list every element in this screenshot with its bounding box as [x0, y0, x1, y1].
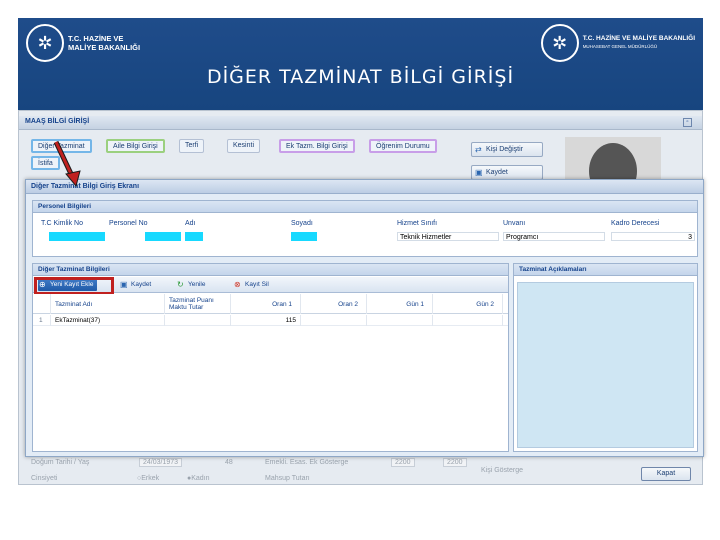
unvani-value: Programcı [503, 232, 605, 241]
maas-window-titlebar: MAAŞ BİLGİ GİRİŞİ ▫ [19, 116, 702, 130]
save-icon: ▣ [475, 168, 483, 177]
col-unvani: Unvanı [503, 220, 526, 227]
maas-window-title: MAAŞ BİLGİ GİRİŞİ [25, 118, 90, 125]
background-save-label: Kaydet [486, 169, 508, 176]
tazminat-toolbar: ⊕ Yeni Kayıt Ekle ▣ Kaydet ↻ Yenile ⊗ Ka… [33, 277, 508, 295]
delete-icon: ⊗ [234, 280, 241, 289]
kisi-gosterge-label: Kişi Gösterge [481, 467, 524, 474]
logo-left-line2: MALİYE BAKANLIĞI [68, 43, 141, 52]
tab-diger-tazminat[interactable]: Diğer Tazminat [31, 139, 92, 153]
row-gun1[interactable] [367, 315, 433, 326]
save-label: Kaydet [131, 281, 152, 288]
col-hizmet-sinifi: Hizmet Sınıfı [397, 220, 438, 227]
soyadi-value-redacted [291, 232, 317, 241]
slide-title: DİĞER TAZMİNAT BİLGİ GİRİŞİ [206, 66, 515, 88]
radio-kadin-label: Kadın [191, 475, 210, 482]
personnel-photo [565, 137, 661, 185]
delete-label: Kayıt Sil [245, 281, 269, 288]
row-oran2[interactable] [301, 315, 367, 326]
logo-right-line2: MUHASEBAT GENEL MÜDÜRLÜĞÜ [582, 44, 658, 49]
tab-istifa[interactable]: İstifa [31, 156, 60, 170]
personnel-panel-header: Personel Bilgileri [33, 201, 697, 213]
emekli-gosterge-field-1[interactable]: 2200 [391, 458, 415, 467]
ministry-logo-left: ✲ T.C. HAZİNE VE MALİYE BAKANLIĞI [26, 24, 140, 62]
col-tc-kimlik: T.C Kimlik No [41, 220, 84, 227]
grid-col-oran2: Oran 2 [301, 294, 367, 314]
dogum-tarihi-field[interactable]: 24/03/1973 [139, 458, 183, 467]
close-button[interactable]: Kapat [641, 467, 691, 481]
dogum-tarihi-label: Doğum Tarihi / Yaş [31, 459, 90, 466]
tab-ogrenim-durumu[interactable]: Öğrenim Durumu [369, 139, 437, 153]
emekli-gosterge-field-2[interactable]: 2200 [443, 458, 467, 467]
row-gun2[interactable] [433, 315, 503, 326]
ministry-emblem-icon: ✲ [540, 24, 579, 62]
personel-no-value-redacted [145, 232, 181, 241]
adi-value-redacted [185, 232, 203, 241]
diger-tazminat-modal: Diğer Tazminat Bilgi Giriş Ekranı Person… [25, 179, 704, 457]
highlight-annotation-box [34, 277, 114, 295]
kisi-degistir-button[interactable]: ⇄ Kişi Değiştir [471, 142, 543, 157]
logo-left-line1: T.C. HAZİNE VE [68, 34, 124, 43]
background-save-button[interactable]: ▣ Kaydet [471, 165, 543, 180]
radio-kadin[interactable]: ● Kadın [187, 475, 210, 482]
refresh-label: Yenile [188, 281, 206, 288]
row-puan-tutar[interactable] [165, 315, 231, 326]
background-bottom-fields: Doğum Tarihi / Yaş 24/03/1973 48 Cinsiye… [19, 457, 702, 487]
grid-col-gun1: Gün 1 [367, 294, 433, 314]
yas-value: 48 [225, 459, 233, 466]
col-kadro-derecesi: Kadro Derecesi [611, 220, 660, 227]
personnel-panel: Personel Bilgileri T.C Kimlik No Persone… [32, 200, 698, 257]
logo-right-text: T.C. HAZİNE VE MALİYE BAKANLIĞI MUHASEBA… [583, 35, 695, 51]
col-soyadi: Soyadı [291, 220, 313, 227]
grid-col-rownum [33, 294, 51, 314]
ministry-emblem-icon: ✲ [26, 24, 64, 62]
delete-button[interactable]: ⊗ Kayıt Sil [233, 279, 269, 291]
emekli-gosterge-label: Emekli. Esas. Ek Gösterge [265, 459, 349, 466]
minimize-icon[interactable]: ▫ [683, 118, 692, 127]
refresh-button[interactable]: ↻ Yenile [176, 279, 205, 291]
radio-erkek-label: Erkek [141, 475, 160, 482]
cinsiyet-label: Cinsiyeti [31, 475, 58, 482]
hizmet-sinifi-value: Teknik Hizmetler [397, 232, 499, 241]
kadro-derecesi-value: 3 [611, 232, 695, 241]
save-button[interactable]: ▣ Kaydet [119, 279, 151, 291]
save-icon: ▣ [120, 280, 128, 289]
tazminat-panel: Diğer Tazminat Bilgileri ⊕ Yeni Kayıt Ek… [32, 263, 509, 452]
col-personel-no: Personel No [109, 220, 148, 227]
ministry-logo-right: ✲ T.C. HAZİNE VE MALİYE BAKANLIĞI MUHASE… [540, 24, 695, 62]
tazminat-panel-header: Diğer Tazminat Bilgileri [33, 264, 508, 276]
grid-col-oran1: Oran 1 [231, 294, 301, 314]
aciklama-panel: Tazminat Açıklamaları [513, 263, 698, 452]
row-number: 1 [33, 315, 51, 326]
aciklama-panel-header: Tazminat Açıklamaları [514, 264, 697, 276]
radio-erkek[interactable]: ○ Erkek [137, 475, 159, 482]
col-adi: Adı [185, 220, 196, 227]
tazminat-grid-header: Tazminat Adı Tazminat Puanı Maktu Tutar … [33, 294, 508, 314]
grid-col-tazminat-adi: Tazminat Adı [51, 294, 165, 314]
logo-right-line1: T.C. HAZİNE VE MALİYE BAKANLIĞI [582, 35, 695, 42]
mahsup-tutari-label: Mahsup Tutarı [265, 475, 310, 482]
modal-title: Diğer Tazminat Bilgi Giriş Ekranı [26, 180, 703, 194]
grid-col-gun2: Gün 2 [433, 294, 503, 314]
logo-left-text: T.C. HAZİNE VE MALİYE BAKANLIĞI [68, 34, 140, 52]
tab-terfi[interactable]: Terfi [179, 139, 205, 153]
kisi-degistir-label: Kişi Değiştir [486, 146, 523, 153]
table-row[interactable]: 1 EkTazminat(37) 115 [33, 315, 508, 326]
slide-header: ✲ T.C. HAZİNE VE MALİYE BAKANLIĞI ✲ T.C.… [18, 18, 703, 110]
person-switch-icon: ⇄ [475, 145, 482, 154]
tab-aile-bilgi[interactable]: Aile Bilgi Girişi [106, 139, 165, 153]
tab-ek-tazminat[interactable]: Ek Tazm. Bilgi Girişi [279, 139, 355, 153]
aciklama-textarea[interactable] [517, 282, 694, 448]
grid-col-puan-tutar: Tazminat Puanı Maktu Tutar [165, 294, 231, 314]
refresh-icon: ↻ [177, 280, 184, 289]
row-tazminat-adi[interactable]: EkTazminat(37) [51, 315, 165, 326]
tab-kesinti[interactable]: Kesinti [227, 139, 261, 153]
tc-kimlik-value-redacted [49, 232, 105, 241]
row-oran1[interactable]: 115 [231, 315, 301, 326]
